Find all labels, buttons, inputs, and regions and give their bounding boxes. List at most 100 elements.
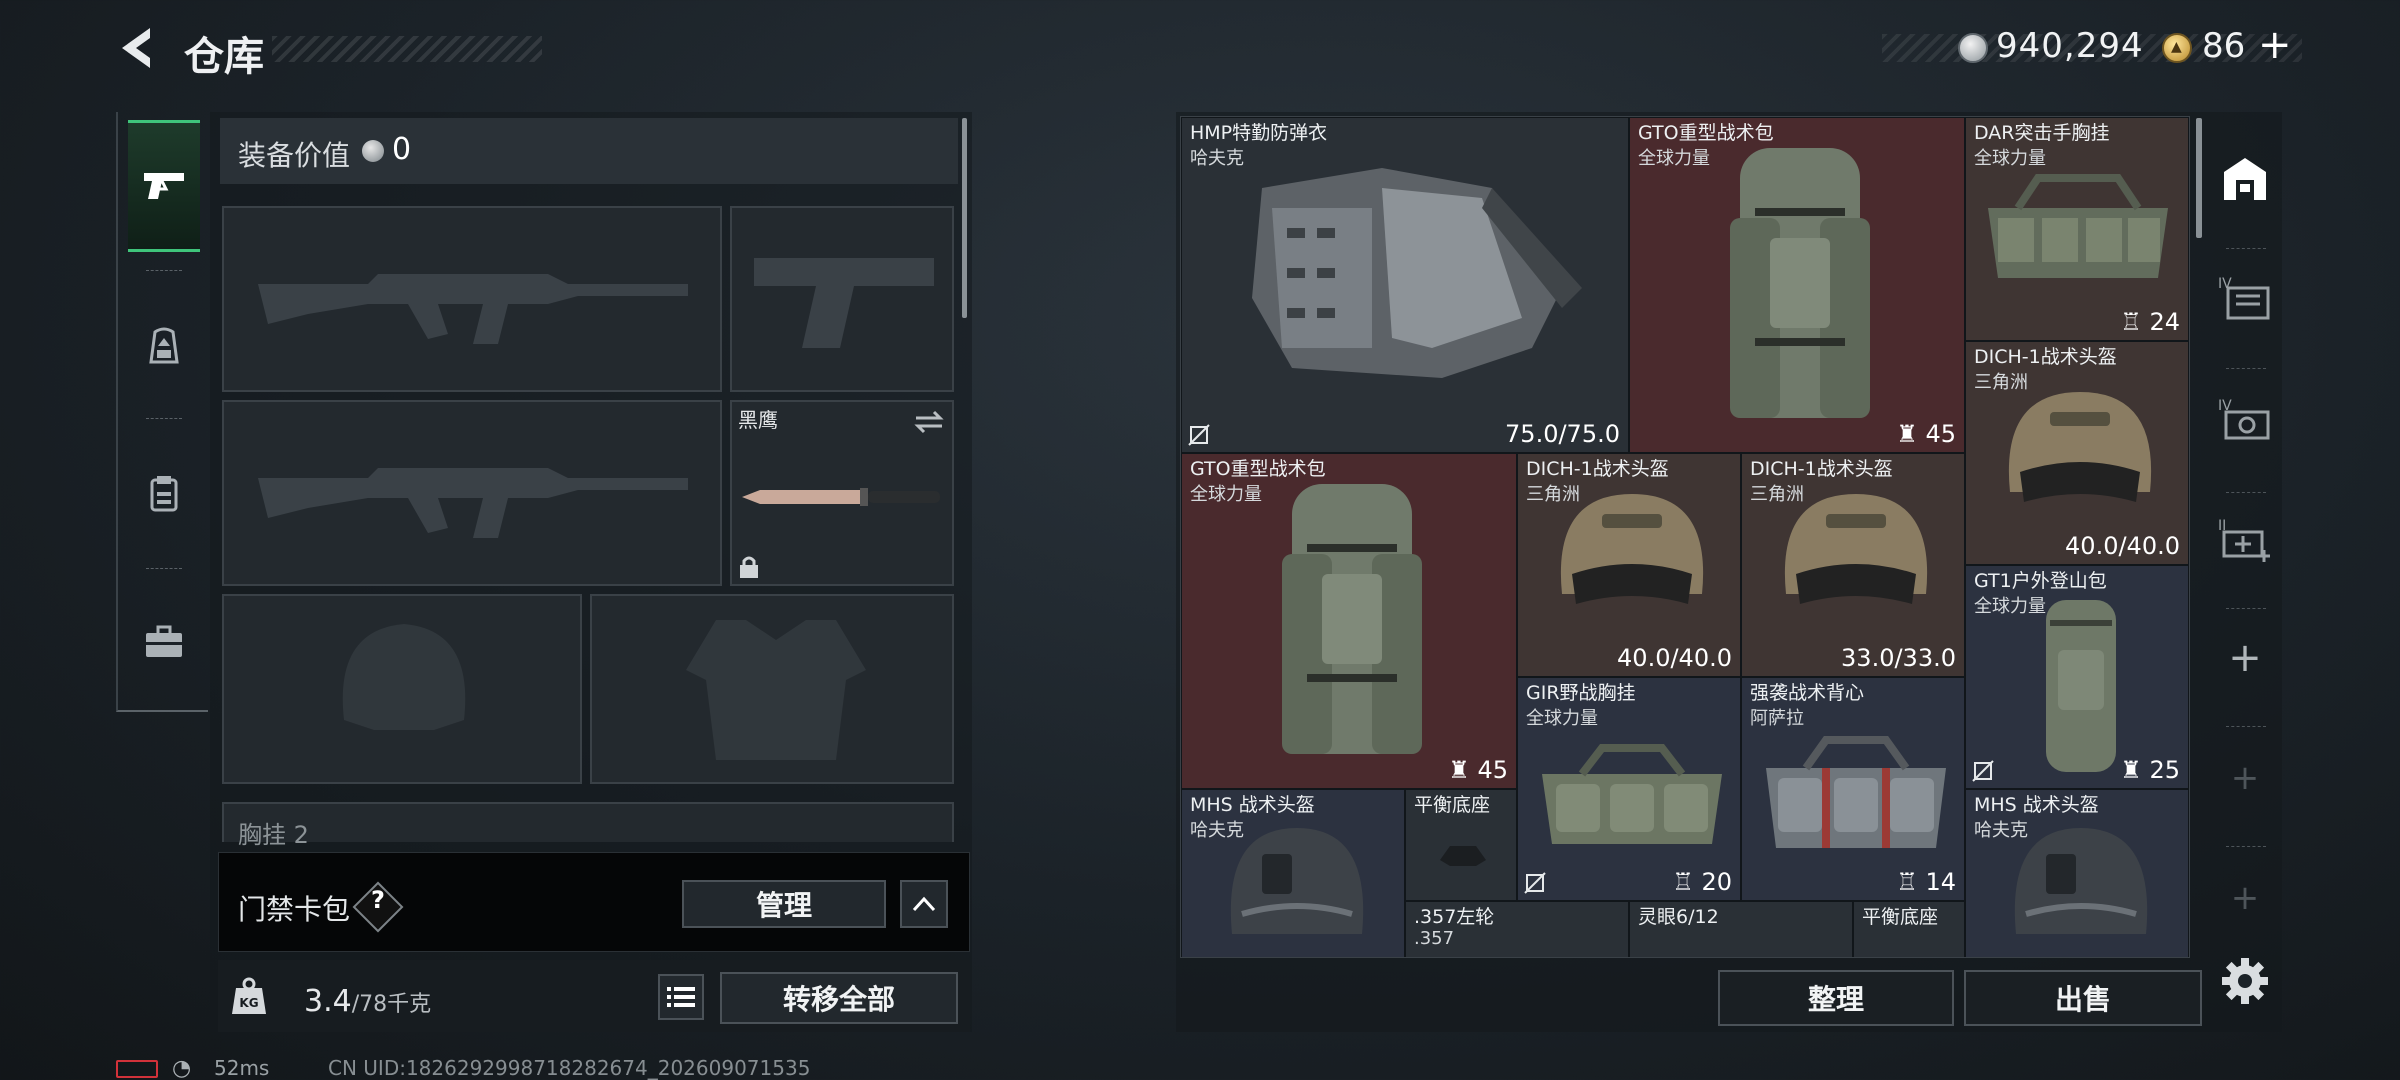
svg-text:KG: KG bbox=[239, 996, 258, 1010]
item-card[interactable]: GTO重型战术包 全球力量 ♜ 45 bbox=[1181, 453, 1517, 789]
add-storage-button[interactable]: + bbox=[2212, 728, 2278, 828]
backpack-icon bbox=[149, 327, 179, 364]
warehouse-grid: HMP特勤防弹衣 哈夫克 75.0/75.0 GTO重型战术包 全球力量 ♜ 4… bbox=[1180, 116, 2190, 958]
swap-icon[interactable] bbox=[914, 410, 944, 434]
helmet-image bbox=[1784, 494, 1928, 604]
tab-storage-2[interactable]: IV bbox=[2212, 370, 2278, 470]
nav-backpack[interactable] bbox=[128, 280, 200, 412]
wifi-icon: ◔ bbox=[172, 1056, 192, 1080]
warehouse-scrollbar[interactable] bbox=[2196, 118, 2202, 238]
nav-weapons[interactable] bbox=[128, 120, 200, 252]
rifle-silhouette-icon bbox=[258, 468, 688, 538]
item-capacity: ♜ 45 bbox=[1896, 420, 1956, 448]
item-capacity: ♖ 14 bbox=[1896, 868, 1956, 896]
rifle-silhouette-icon bbox=[258, 274, 688, 344]
item-name: GTO重型战术包 bbox=[1638, 122, 1774, 144]
tab-storage-3[interactable]: II bbox=[2212, 490, 2278, 590]
item-capacity-value: 20 bbox=[1701, 868, 1732, 896]
item-card[interactable]: 平衡底座 bbox=[1405, 789, 1517, 901]
item-capacity: ♖ 24 bbox=[2120, 308, 2180, 336]
briefcase-icon bbox=[146, 625, 182, 657]
weight-max: /78千克 bbox=[351, 992, 432, 1017]
vest-icon bbox=[150, 476, 178, 512]
sell-button[interactable]: 出售 bbox=[1964, 970, 2202, 1026]
gear-icon[interactable] bbox=[2218, 954, 2272, 1008]
primary-weapon-slot[interactable] bbox=[222, 206, 722, 392]
item-card[interactable]: GT1户外登山包 全球力量 ♜ 25 bbox=[1965, 565, 2189, 789]
page-title: 仓库 bbox=[184, 34, 264, 80]
item-durability: 40.0/40.0 bbox=[2065, 532, 2180, 560]
item-name: HMP特勤防弹衣 bbox=[1190, 122, 1328, 144]
item-name: 灵眼6/12 bbox=[1638, 906, 1719, 928]
add-currency-button[interactable]: + bbox=[2258, 22, 2292, 68]
helmet-image bbox=[1560, 494, 1704, 604]
collapse-button[interactable] bbox=[900, 880, 948, 928]
add-storage-button[interactable]: + bbox=[2212, 608, 2278, 708]
secondary-weapon-slot[interactable] bbox=[222, 400, 722, 586]
armor-slot[interactable] bbox=[590, 594, 954, 784]
back-arrow-icon[interactable] bbox=[112, 22, 162, 74]
capacity-icon: ♖ bbox=[2120, 308, 2150, 336]
item-card[interactable]: GTO重型战术包 全球力量 ♜ 45 bbox=[1629, 117, 1965, 453]
equipment-category-nav bbox=[116, 112, 208, 712]
equipment-value-label: 装备价值 bbox=[238, 139, 351, 172]
no-insurance-icon bbox=[1188, 424, 1210, 446]
body-armor-image bbox=[1252, 168, 1582, 378]
money-balance: 940,294 bbox=[1996, 26, 2144, 66]
pistol-slot[interactable] bbox=[730, 206, 954, 392]
item-capacity-value: 14 bbox=[1925, 868, 1956, 896]
tab-divider bbox=[2226, 846, 2266, 847]
item-card[interactable]: DICH-1战术头盔 三角洲 40.0/40.0 bbox=[1517, 453, 1741, 677]
item-capacity-value: 25 bbox=[2149, 756, 2180, 784]
pistol-silhouette-icon bbox=[754, 258, 934, 348]
pistol-icon bbox=[144, 173, 184, 199]
manage-button[interactable]: 管理 bbox=[682, 880, 886, 928]
item-card[interactable]: DICH-1战术头盔 三角洲 33.0/33.0 bbox=[1741, 453, 1965, 677]
title-decoration bbox=[272, 36, 542, 62]
chest-rig-slot[interactable] bbox=[222, 802, 954, 842]
equipment-scrollbar[interactable] bbox=[962, 118, 967, 318]
tab-storage-1[interactable]: IV bbox=[2212, 248, 2278, 348]
list-view-button[interactable] bbox=[658, 974, 704, 1020]
backpack-image bbox=[1730, 148, 1870, 418]
item-name: GIR野战胸挂 bbox=[1526, 682, 1636, 704]
transfer-all-button[interactable]: 转移全部 bbox=[720, 972, 958, 1024]
item-name: 强袭战术背心 bbox=[1750, 682, 1865, 704]
item-card[interactable]: MHS 战术头盔 哈夫克 bbox=[1965, 789, 2189, 957]
item-name: MHS 战术头盔 bbox=[1974, 794, 2099, 816]
item-card[interactable]: 平衡底座 bbox=[1853, 901, 1965, 957]
item-card[interactable]: HMP特勤防弹衣 哈夫克 75.0/75.0 bbox=[1181, 117, 1629, 453]
item-card[interactable]: DAR突击手胸挂 全球力量 ♖ 24 bbox=[1965, 117, 2189, 341]
item-name: DICH-1战术头盔 bbox=[1526, 458, 1669, 480]
item-name: 平衡底座 bbox=[1414, 794, 1491, 816]
item-card[interactable]: 强袭战术背心 阿萨拉 ♖ 14 bbox=[1741, 677, 1965, 901]
backpack-image bbox=[1282, 484, 1422, 754]
helmet-slot[interactable] bbox=[222, 594, 582, 784]
equipment-value: 0 bbox=[392, 132, 412, 167]
item-card[interactable]: MHS 战术头盔 哈夫克 bbox=[1181, 789, 1405, 957]
tab-divider bbox=[2226, 726, 2266, 727]
nav-divider bbox=[146, 568, 182, 569]
user-uid: CN UID:1826292998718282674_202609071535 bbox=[328, 1056, 811, 1080]
item-name: DICH-1战术头盔 bbox=[1974, 346, 2117, 368]
gold-token-icon: ▲ bbox=[2162, 33, 2192, 63]
add-storage-button[interactable]: + bbox=[2212, 848, 2278, 948]
capacity-icon: ♖ bbox=[1672, 868, 1702, 896]
token-balance: 86 bbox=[2202, 26, 2246, 66]
item-card[interactable]: 灵眼6/12 bbox=[1629, 901, 1853, 957]
capacity-icon: ♖ bbox=[1896, 868, 1926, 896]
weight-icon: KG bbox=[232, 977, 266, 1014]
nav-case[interactable] bbox=[128, 576, 200, 708]
item-durability: 40.0/40.0 bbox=[1617, 644, 1732, 672]
item-brand: 三角洲 bbox=[1974, 372, 2028, 393]
tab-all-items[interactable] bbox=[2212, 128, 2278, 228]
nav-vest[interactable] bbox=[128, 428, 200, 560]
item-card[interactable]: DICH-1战术头盔 三角洲 40.0/40.0 bbox=[1965, 341, 2189, 565]
item-card[interactable]: .357左轮 .357 bbox=[1405, 901, 1629, 957]
nav-divider bbox=[146, 270, 182, 271]
item-capacity: ♜ 45 bbox=[1448, 756, 1508, 784]
item-card[interactable]: GIR野战胸挂 全球力量 ♖ 20 bbox=[1517, 677, 1741, 901]
item-brand: 哈夫克 bbox=[1190, 820, 1244, 841]
sort-button[interactable]: 整理 bbox=[1718, 970, 1954, 1026]
knife-icon bbox=[742, 488, 940, 506]
